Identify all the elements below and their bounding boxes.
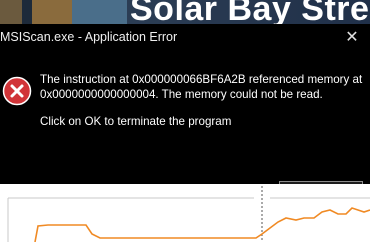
background-graph — [0, 184, 370, 242]
close-button[interactable]: ✕ — [342, 27, 362, 47]
background-thumbnail — [32, 0, 72, 26]
dialog-title: MSIScan.exe - Application Error — [0, 30, 178, 44]
dialog-title-bar[interactable]: MSIScan.exe - Application Error ✕ — [0, 24, 370, 50]
background-graph-svg — [7, 186, 370, 242]
background-headline: Solar Bay Stre — [130, 0, 370, 26]
error-message: The instruction at 0x000000066BF6A2B ref… — [40, 72, 366, 102]
background-app-header: Solar Bay Stre — [0, 0, 370, 26]
graph-series-line — [34, 207, 370, 242]
background-thumbnail — [72, 0, 127, 26]
error-message-line-2: 0x0000000000000004. The memory could not… — [40, 88, 323, 101]
application-error-dialog: MSIScan.exe - Application Error ✕ The in… — [0, 24, 370, 209]
error-instruction: Click on OK to terminate the program — [40, 115, 232, 128]
error-message-line-1: The instruction at 0x000000066BF6A2B ref… — [40, 73, 363, 86]
background-thumbnail — [0, 0, 22, 26]
background-thumbnail-divider — [22, 0, 32, 26]
error-icon — [2, 76, 32, 106]
